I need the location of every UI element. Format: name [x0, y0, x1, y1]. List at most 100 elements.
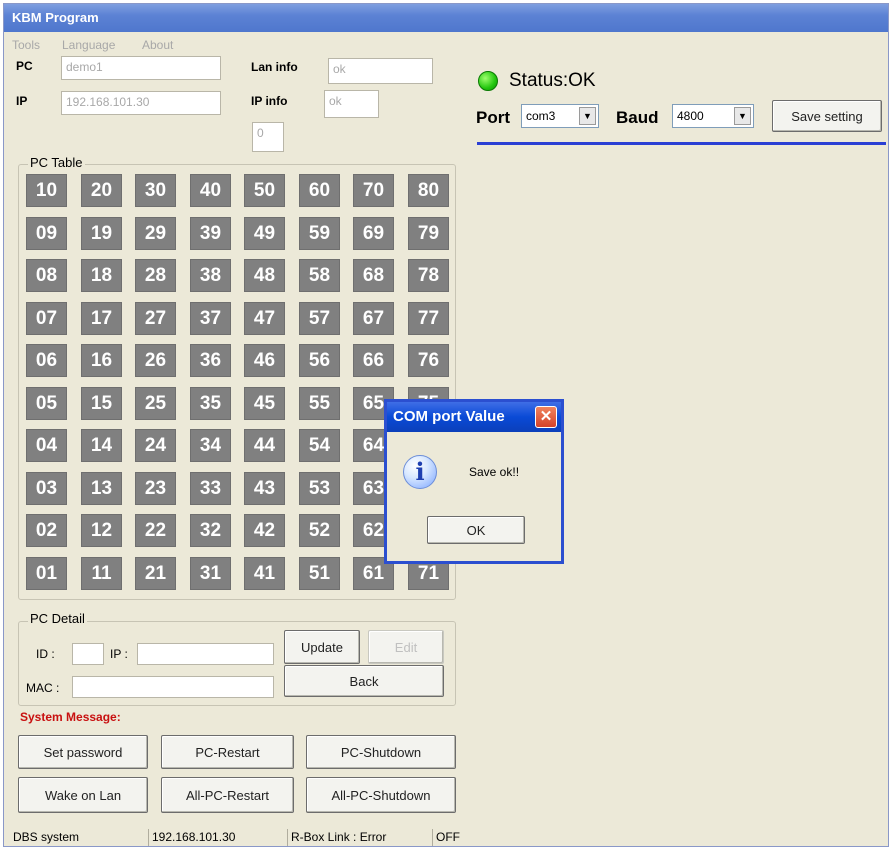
- edit-button[interactable]: Edit: [368, 630, 444, 664]
- pc-cell[interactable]: 39: [190, 217, 231, 250]
- pc-detail-ip-field[interactable]: [137, 643, 274, 665]
- pc-cell[interactable]: 21: [135, 557, 176, 590]
- chevron-down-icon[interactable]: ▼: [579, 107, 596, 125]
- pc-cell[interactable]: 80: [408, 174, 449, 207]
- pc-cell[interactable]: 03: [26, 472, 67, 505]
- menu-tools[interactable]: Tools: [12, 38, 40, 52]
- pc-cell[interactable]: 67: [353, 302, 394, 335]
- pc-cell[interactable]: 69: [353, 217, 394, 250]
- pc-cell[interactable]: 16: [81, 344, 122, 377]
- pc-cell[interactable]: 06: [26, 344, 67, 377]
- pc-cell[interactable]: 49: [244, 217, 285, 250]
- pc-cell[interactable]: 35: [190, 387, 231, 420]
- pc-cell[interactable]: 43: [244, 472, 285, 505]
- baud-label: Baud: [616, 108, 659, 127]
- pc-cell[interactable]: 58: [299, 259, 340, 292]
- pc-cell[interactable]: 14: [81, 429, 122, 462]
- pc-cell[interactable]: 38: [190, 259, 231, 292]
- pc-cell[interactable]: 41: [244, 557, 285, 590]
- pc-cell[interactable]: 40: [190, 174, 231, 207]
- pc-cell[interactable]: 79: [408, 217, 449, 250]
- pc-field[interactable]: demo1: [61, 56, 221, 80]
- pc-cell[interactable]: 17: [81, 302, 122, 335]
- pc-cell[interactable]: 29: [135, 217, 176, 250]
- pc-cell[interactable]: 77: [408, 302, 449, 335]
- pc-cell[interactable]: 50: [244, 174, 285, 207]
- pc-cell[interactable]: 68: [353, 259, 394, 292]
- pc-cell[interactable]: 33: [190, 472, 231, 505]
- close-icon[interactable]: ✕: [535, 406, 557, 428]
- pc-restart-button[interactable]: PC-Restart: [161, 735, 294, 769]
- pc-cell[interactable]: 30: [135, 174, 176, 207]
- pc-cell[interactable]: 10: [26, 174, 67, 207]
- pc-cell[interactable]: 20: [81, 174, 122, 207]
- menu-about[interactable]: About: [142, 38, 173, 52]
- pc-cell[interactable]: 34: [190, 429, 231, 462]
- pc-cell[interactable]: 09: [26, 217, 67, 250]
- all-pc-shutdown-button[interactable]: All-PC-Shutdown: [306, 777, 456, 813]
- menu-language[interactable]: Language: [62, 38, 115, 52]
- pc-cell[interactable]: 78: [408, 259, 449, 292]
- pc-cell[interactable]: 01: [26, 557, 67, 590]
- pc-cell[interactable]: 22: [135, 514, 176, 547]
- pc-cell[interactable]: 42: [244, 514, 285, 547]
- pc-cell[interactable]: 07: [26, 302, 67, 335]
- pc-cell[interactable]: 31: [190, 557, 231, 590]
- pc-cell[interactable]: 51: [299, 557, 340, 590]
- ip-info-field[interactable]: ok: [324, 90, 379, 118]
- pc-cell[interactable]: 02: [26, 514, 67, 547]
- port-select-value: com3: [526, 109, 556, 123]
- pc-cell[interactable]: 05: [26, 387, 67, 420]
- pc-cell[interactable]: 32: [190, 514, 231, 547]
- pc-cell[interactable]: 56: [299, 344, 340, 377]
- pc-cell[interactable]: 11: [81, 557, 122, 590]
- small-field[interactable]: 0: [252, 122, 284, 152]
- pc-cell[interactable]: 08: [26, 259, 67, 292]
- pc-cell[interactable]: 53: [299, 472, 340, 505]
- pc-cell[interactable]: 27: [135, 302, 176, 335]
- pc-cell[interactable]: 18: [81, 259, 122, 292]
- update-button[interactable]: Update: [284, 630, 360, 664]
- pc-cell[interactable]: 66: [353, 344, 394, 377]
- dialog-message: Save ok!!: [469, 465, 520, 479]
- pc-cell[interactable]: 24: [135, 429, 176, 462]
- wake-on-lan-button[interactable]: Wake on Lan: [18, 777, 148, 813]
- port-select[interactable]: com3 ▼: [521, 104, 599, 128]
- pc-cell[interactable]: 13: [81, 472, 122, 505]
- pc-cell[interactable]: 54: [299, 429, 340, 462]
- ok-button[interactable]: OK: [427, 516, 525, 544]
- pc-cell[interactable]: 55: [299, 387, 340, 420]
- pc-cell[interactable]: 44: [244, 429, 285, 462]
- pc-detail-id-field[interactable]: [72, 643, 104, 665]
- pc-cell[interactable]: 48: [244, 259, 285, 292]
- pc-cell[interactable]: 76: [408, 344, 449, 377]
- pc-cell[interactable]: 04: [26, 429, 67, 462]
- pc-cell[interactable]: 37: [190, 302, 231, 335]
- ip-field[interactable]: 192.168.101.30: [61, 91, 221, 115]
- baud-select[interactable]: 4800 ▼: [672, 104, 754, 128]
- pc-cell[interactable]: 47: [244, 302, 285, 335]
- pc-cell[interactable]: 59: [299, 217, 340, 250]
- pc-cell[interactable]: 52: [299, 514, 340, 547]
- pc-cell[interactable]: 28: [135, 259, 176, 292]
- pc-cell[interactable]: 46: [244, 344, 285, 377]
- pc-cell[interactable]: 57: [299, 302, 340, 335]
- lan-info-field[interactable]: ok: [328, 58, 433, 84]
- pc-cell[interactable]: 12: [81, 514, 122, 547]
- set-password-button[interactable]: Set password: [18, 735, 148, 769]
- chevron-down-icon[interactable]: ▼: [734, 107, 751, 125]
- pc-cell[interactable]: 70: [353, 174, 394, 207]
- pc-cell[interactable]: 23: [135, 472, 176, 505]
- pc-shutdown-button[interactable]: PC-Shutdown: [306, 735, 456, 769]
- pc-cell[interactable]: 19: [81, 217, 122, 250]
- pc-cell[interactable]: 60: [299, 174, 340, 207]
- all-pc-restart-button[interactable]: All-PC-Restart: [161, 777, 294, 813]
- pc-cell[interactable]: 45: [244, 387, 285, 420]
- pc-cell[interactable]: 26: [135, 344, 176, 377]
- back-button[interactable]: Back: [284, 665, 444, 697]
- pc-cell[interactable]: 36: [190, 344, 231, 377]
- save-setting-button[interactable]: Save setting: [772, 100, 882, 132]
- pc-cell[interactable]: 25: [135, 387, 176, 420]
- pc-detail-mac-field[interactable]: [72, 676, 274, 698]
- pc-cell[interactable]: 15: [81, 387, 122, 420]
